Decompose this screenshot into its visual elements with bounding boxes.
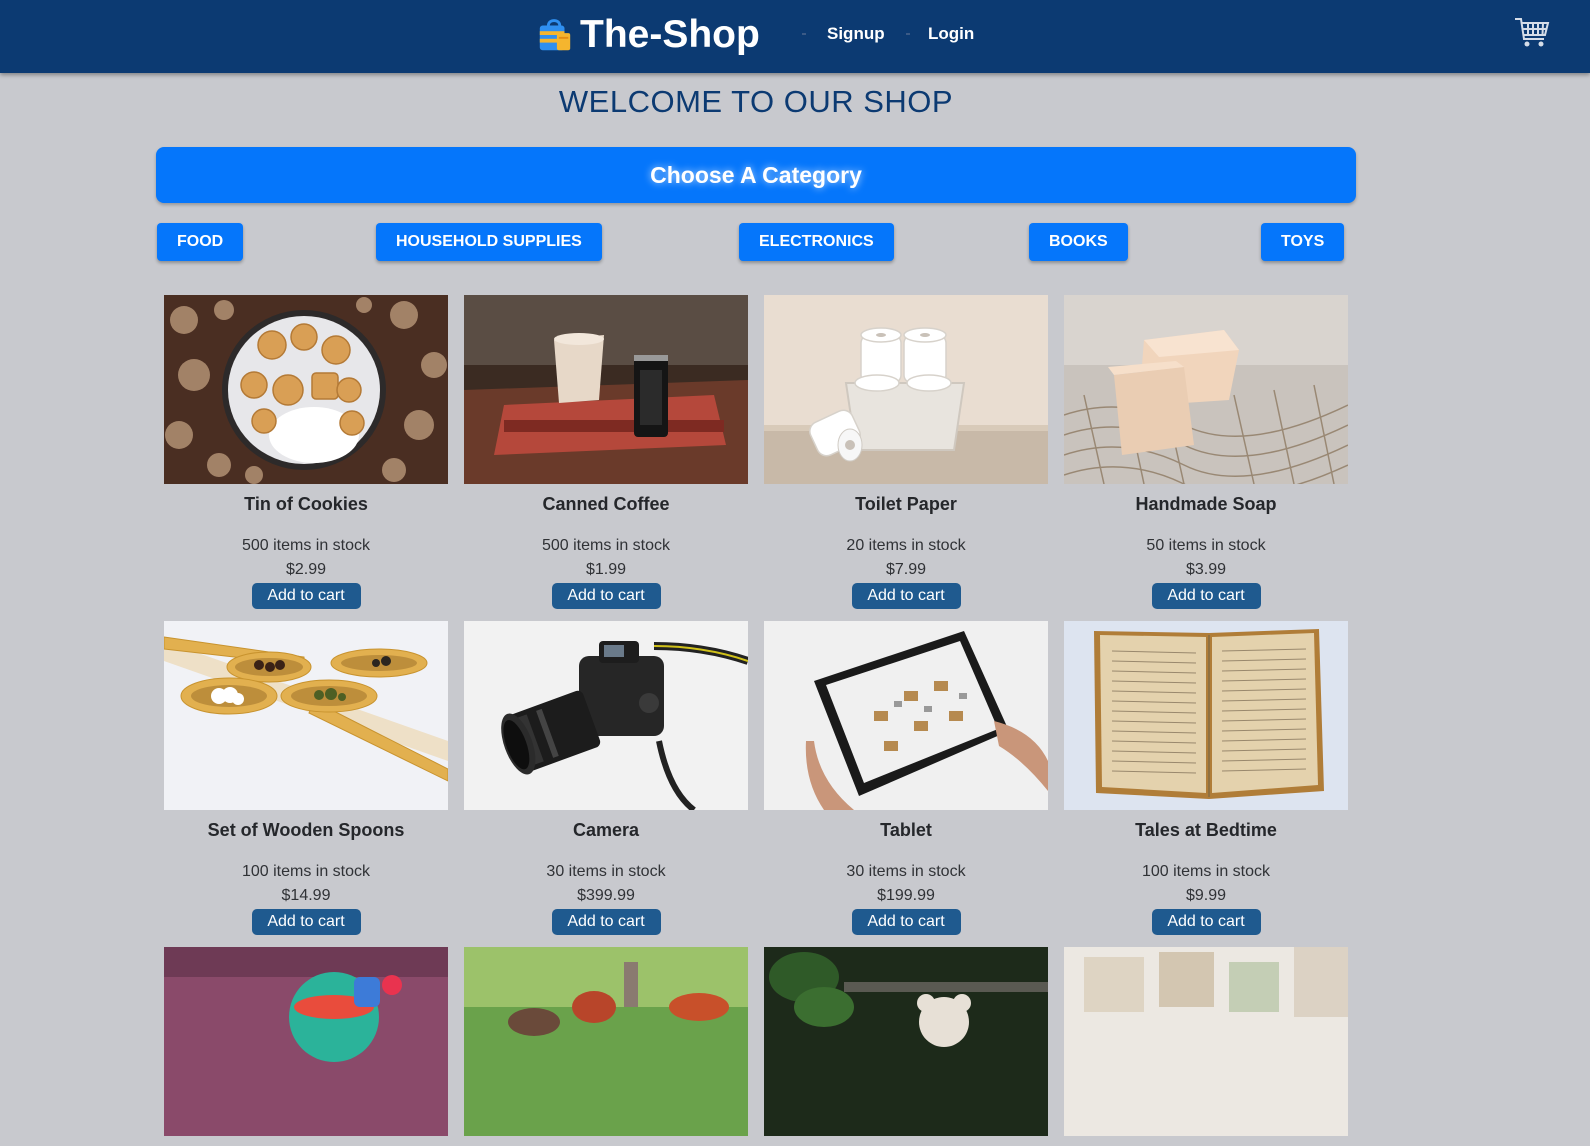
product-card	[1064, 947, 1348, 1146]
page-title: WELCOME TO OUR SHOP	[558, 84, 954, 119]
category-toys-button[interactable]: TOYS	[1261, 223, 1345, 261]
cookies-tin-image[interactable]	[164, 295, 448, 484]
product-card: Canned Coffee 500 items in stock $1.99 A…	[464, 295, 748, 609]
product-card: Tablet 30 items in stock $199.99 Add to …	[764, 621, 1048, 935]
product-card: Toilet Paper 20 items in stock $7.99 Add…	[764, 295, 1048, 609]
product-name: Set of Wooden Spoons	[207, 820, 405, 840]
product-name: Tales at Bedtime	[1135, 820, 1277, 840]
toy-blocks-image[interactable]	[1064, 947, 1348, 1136]
product-name: Toilet Paper	[855, 494, 957, 514]
shopping-bag-icon	[539, 19, 571, 51]
add-to-cart-button[interactable]: Add to cart	[551, 583, 661, 609]
add-to-cart-button[interactable]: Add to cart	[251, 909, 361, 935]
product-name: Tablet	[880, 820, 932, 840]
category-electronics-button[interactable]: ELECTRONICS	[739, 223, 894, 261]
category-food-button[interactable]: FOOD	[157, 223, 244, 261]
product-price: $3.99	[1185, 561, 1227, 578]
product-stock: 20 items in stock	[846, 537, 966, 554]
add-to-cart-button[interactable]: Add to cart	[851, 583, 961, 609]
add-to-cart-button[interactable]: Add to cart	[851, 909, 961, 935]
add-to-cart-button[interactable]: Add to cart	[1151, 909, 1261, 935]
add-to-cart-button[interactable]: Add to cart	[251, 583, 361, 609]
product-stock: 500 items in stock	[541, 537, 671, 554]
login-link[interactable]: Login	[928, 24, 974, 44]
product-card: Tales at Bedtime 100 items in stock $9.9…	[1064, 621, 1348, 935]
product-stock: 100 items in stock	[241, 863, 371, 880]
product-price: $199.99	[877, 887, 935, 904]
product-grid: Tin of Cookies 500 items in stock $2.99 …	[164, 295, 1364, 1146]
product-price: $14.99	[281, 887, 331, 904]
product-name: Handmade Soap	[1135, 494, 1277, 514]
product-card: Tin of Cookies 500 items in stock $2.99 …	[164, 295, 448, 609]
shopping-cart-icon[interactable]	[1514, 16, 1550, 50]
add-to-cart-button[interactable]: Add to cart	[1151, 583, 1261, 609]
category-household-button[interactable]: HOUSEHOLD SUPPLIES	[376, 223, 602, 261]
product-stock: 50 items in stock	[1146, 537, 1266, 554]
product-card: Set of Wooden Spoons 100 items in stock …	[164, 621, 448, 935]
nav-separator	[802, 33, 806, 35]
tablet-image[interactable]	[764, 621, 1048, 810]
category-banner: Choose A Category	[156, 147, 1356, 203]
teddy-bear-image[interactable]	[764, 947, 1048, 1136]
nav-separator	[906, 33, 910, 35]
spinning-top-image[interactable]	[164, 947, 448, 1136]
wooden-spoons-image[interactable]	[164, 621, 448, 810]
toilet-paper-image[interactable]	[764, 295, 1048, 484]
category-books-button[interactable]: BOOKS	[1029, 223, 1128, 261]
product-stock: 100 items in stock	[1141, 863, 1271, 880]
soap-bars-image[interactable]	[1064, 295, 1348, 484]
product-name: Tin of Cookies	[244, 494, 368, 514]
brand[interactable]: The-Shop	[536, 13, 760, 57]
signup-link[interactable]: Signup	[827, 24, 885, 44]
product-price: $399.99	[577, 887, 635, 904]
product-card	[464, 947, 748, 1146]
product-card: Camera 30 items in stock $399.99 Add to …	[464, 621, 748, 935]
product-stock: 500 items in stock	[241, 537, 371, 554]
product-card	[164, 947, 448, 1146]
coffee-can-image[interactable]	[464, 295, 748, 484]
product-name: Canned Coffee	[542, 494, 670, 514]
add-to-cart-button[interactable]: Add to cart	[551, 909, 661, 935]
open-book-image[interactable]	[1064, 621, 1348, 810]
product-price: $9.99	[1185, 887, 1227, 904]
camera-image[interactable]	[464, 621, 748, 810]
brand-name: The-Shop	[580, 13, 760, 56]
product-name: Camera	[572, 820, 640, 840]
product-card	[764, 947, 1048, 1146]
product-price: $7.99	[885, 561, 927, 578]
product-price: $1.99	[585, 561, 627, 578]
product-stock: 30 items in stock	[546, 863, 666, 880]
product-stock: 30 items in stock	[846, 863, 966, 880]
top-navbar: The-Shop Signup Login	[0, 0, 1590, 73]
toy-animals-image[interactable]	[464, 947, 748, 1136]
product-card: Handmade Soap 50 items in stock $3.99 Ad…	[1064, 295, 1348, 609]
product-price: $2.99	[285, 561, 327, 578]
